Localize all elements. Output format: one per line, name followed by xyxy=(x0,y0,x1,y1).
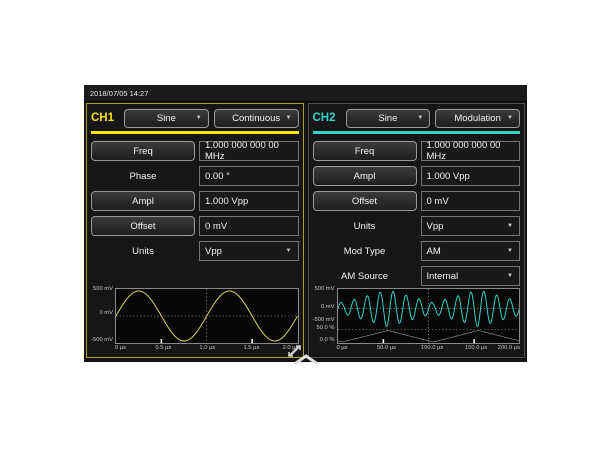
ch1-waveform-value: Sine xyxy=(157,113,176,124)
x-tick-label: 0 µs xyxy=(115,345,126,351)
ch1-ampl-row: Ampl 1.000 Vpp xyxy=(91,191,299,211)
ch1-phase-value[interactable]: 0.00 ° xyxy=(199,166,299,186)
y-tick-label: 500 mV xyxy=(315,286,335,292)
ch2-mod-type-value: AM xyxy=(427,246,441,257)
ch2-y-axis-labels: 500 mV 0 mV -500 mV 50.0 % 0.0 % xyxy=(313,288,337,344)
ch2-freq-row: Freq 1.000 000 000 00 MHz xyxy=(313,141,521,161)
ch1-offset-value[interactable]: 0 mV xyxy=(199,216,299,236)
ch1-y-axis-labels: 500 mV 0 mV -500 mV xyxy=(91,288,115,344)
function-generator-screen: 2018/07/05 14:27 CH1 Sine ▼ Continuous ▼ xyxy=(84,85,527,362)
chevron-down-icon: ▼ xyxy=(417,115,423,121)
x-tick-label: 0 µs xyxy=(337,345,348,351)
ch2-plot-area xyxy=(337,288,521,344)
chevron-down-icon: ▼ xyxy=(507,273,513,279)
ch2-am-source-select[interactable]: Internal ▼ xyxy=(421,266,521,286)
ch1-offset-button[interactable]: Offset xyxy=(91,216,195,236)
x-tick-label: 100.0 µs xyxy=(421,345,443,351)
ch2-units-label: Units xyxy=(313,216,417,236)
screenshot-root: 2018/07/05 14:27 CH1 Sine ▼ Continuous ▼ xyxy=(0,0,610,450)
ch2-am-waveform xyxy=(338,289,520,343)
ch2-am-source-label: AM Source xyxy=(313,266,417,286)
ch2-units-row: Units Vpp ▼ xyxy=(313,216,521,236)
status-bar: 2018/07/05 14:27 xyxy=(84,85,527,102)
datetime-label: 2018/07/05 14:27 xyxy=(90,89,148,98)
ch2-waveform-graph[interactable]: 500 mV 0 mV -500 mV 50.0 % 0.0 % 0 µs 50… xyxy=(313,288,521,353)
ch1-parameter-rows: Freq 1.000 000 000 00 MHz Phase 0.00 ° A… xyxy=(91,141,299,261)
ch1-offset-row: Offset 0 mV xyxy=(91,216,299,236)
y-tick-label: -500 mV xyxy=(91,337,113,343)
chevron-down-icon: ▼ xyxy=(507,248,513,254)
ch1-waveform-select[interactable]: Sine ▼ xyxy=(124,109,209,128)
expand-graph-icon[interactable] xyxy=(287,344,301,358)
ch1-panel: CH1 Sine ▼ Continuous ▼ Freq 1.000 000 0… xyxy=(86,103,304,358)
ch2-panel: CH2 Sine ▼ Modulation ▼ Freq 1.000 000 0… xyxy=(308,103,526,358)
ch2-waveform-value: Sine xyxy=(378,113,397,124)
ch1-header: CH1 Sine ▼ Continuous ▼ xyxy=(91,107,299,129)
ch2-units-select[interactable]: Vpp ▼ xyxy=(421,216,521,236)
ch2-mod-type-row: Mod Type AM ▼ xyxy=(313,241,521,261)
y-tick-label: 500 mV xyxy=(93,286,113,292)
ch2-offset-value[interactable]: 0 mV xyxy=(421,191,521,211)
ch2-mod-type-label: Mod Type xyxy=(313,241,417,261)
ch2-waveform-select[interactable]: Sine ▼ xyxy=(346,109,431,128)
ch2-am-source-value: Internal xyxy=(427,271,459,282)
ch1-ampl-button[interactable]: Ampl xyxy=(91,191,195,211)
x-tick-label: 50.0 µs xyxy=(377,345,396,351)
ch1-freq-row: Freq 1.000 000 000 00 MHz xyxy=(91,141,299,161)
x-tick-label: 1.0 µs xyxy=(199,345,215,351)
ch2-ampl-value[interactable]: 1.000 Vpp xyxy=(421,166,521,186)
ch1-plot-area xyxy=(115,288,299,344)
ch1-units-label: Units xyxy=(91,241,195,261)
ch1-phase-row: Phase 0.00 ° xyxy=(91,166,299,186)
y-tick-label: 50.0 % xyxy=(316,325,334,331)
x-tick-label: 200.0 µs xyxy=(498,345,520,351)
ch1-x-axis-labels: 0 µs 0.5 µs 1.0 µs 1.5 µs 2.0 µs xyxy=(115,344,299,353)
ch1-units-row: Units Vpp ▼ xyxy=(91,241,299,261)
ch2-mod-type-select[interactable]: AM ▼ xyxy=(421,241,521,261)
ch1-units-select[interactable]: Vpp ▼ xyxy=(199,241,299,261)
ch1-run-mode-value: Continuous xyxy=(232,113,280,124)
ch1-units-value: Vpp xyxy=(205,246,222,257)
ch1-waveform-graph[interactable]: 500 mV 0 mV -500 mV 0 µs 0.5 µs 1.0 µs 1… xyxy=(91,288,299,353)
ch2-units-value: Vpp xyxy=(427,221,444,232)
ch2-freq-button[interactable]: Freq xyxy=(313,141,417,161)
chevron-down-icon: ▼ xyxy=(196,115,202,121)
y-tick-label: 0 mV xyxy=(99,310,113,316)
ch2-am-source-row: AM Source Internal ▼ xyxy=(313,266,521,286)
ch2-parameter-rows: Freq 1.000 000 000 00 MHz Ampl 1.000 Vpp… xyxy=(313,141,521,286)
ch2-run-mode-value: Modulation xyxy=(454,113,500,124)
ch2-offset-row: Offset 0 mV xyxy=(313,191,521,211)
chevron-down-icon: ▼ xyxy=(507,115,513,121)
ch2-ampl-button[interactable]: Ampl xyxy=(313,166,417,186)
ch1-run-mode-select[interactable]: Continuous ▼ xyxy=(214,109,299,128)
channel-panels: CH1 Sine ▼ Continuous ▼ Freq 1.000 000 0… xyxy=(84,102,527,360)
chevron-down-icon: ▼ xyxy=(507,223,513,229)
ch1-freq-button[interactable]: Freq xyxy=(91,141,195,161)
ch2-x-axis-labels: 0 µs 50.0 µs 100.0 µs 150.0 µs 200.0 µs xyxy=(337,344,521,353)
x-tick-label: 1.5 µs xyxy=(243,345,259,351)
y-tick-label: 0 mV xyxy=(321,304,335,310)
ch1-freq-value[interactable]: 1.000 000 000 00 MHz xyxy=(199,141,299,161)
ch1-accent-bar xyxy=(91,131,299,134)
chevron-down-icon: ▼ xyxy=(286,248,292,254)
ch1-sine-waveform xyxy=(116,289,298,343)
ch2-label: CH2 xyxy=(313,112,341,124)
ch2-offset-button[interactable]: Offset xyxy=(313,191,417,211)
ch1-ampl-value[interactable]: 1.000 Vpp xyxy=(199,191,299,211)
ch1-phase-label: Phase xyxy=(91,166,195,186)
ch2-ampl-row: Ampl 1.000 Vpp xyxy=(313,166,521,186)
ch1-label: CH1 xyxy=(91,112,119,124)
y-tick-label: 0.0 % xyxy=(320,337,335,343)
chevron-down-icon: ▼ xyxy=(286,115,292,121)
ch2-accent-bar xyxy=(313,131,521,134)
ch2-run-mode-select[interactable]: Modulation ▼ xyxy=(435,109,520,128)
y-tick-label: -500 mV xyxy=(313,317,335,323)
x-tick-label: 0.5 µs xyxy=(155,345,171,351)
ch2-freq-value[interactable]: 1.000 000 000 00 MHz xyxy=(421,141,521,161)
ch2-header: CH2 Sine ▼ Modulation ▼ xyxy=(313,107,521,129)
x-tick-label: 150.0 µs xyxy=(465,345,487,351)
